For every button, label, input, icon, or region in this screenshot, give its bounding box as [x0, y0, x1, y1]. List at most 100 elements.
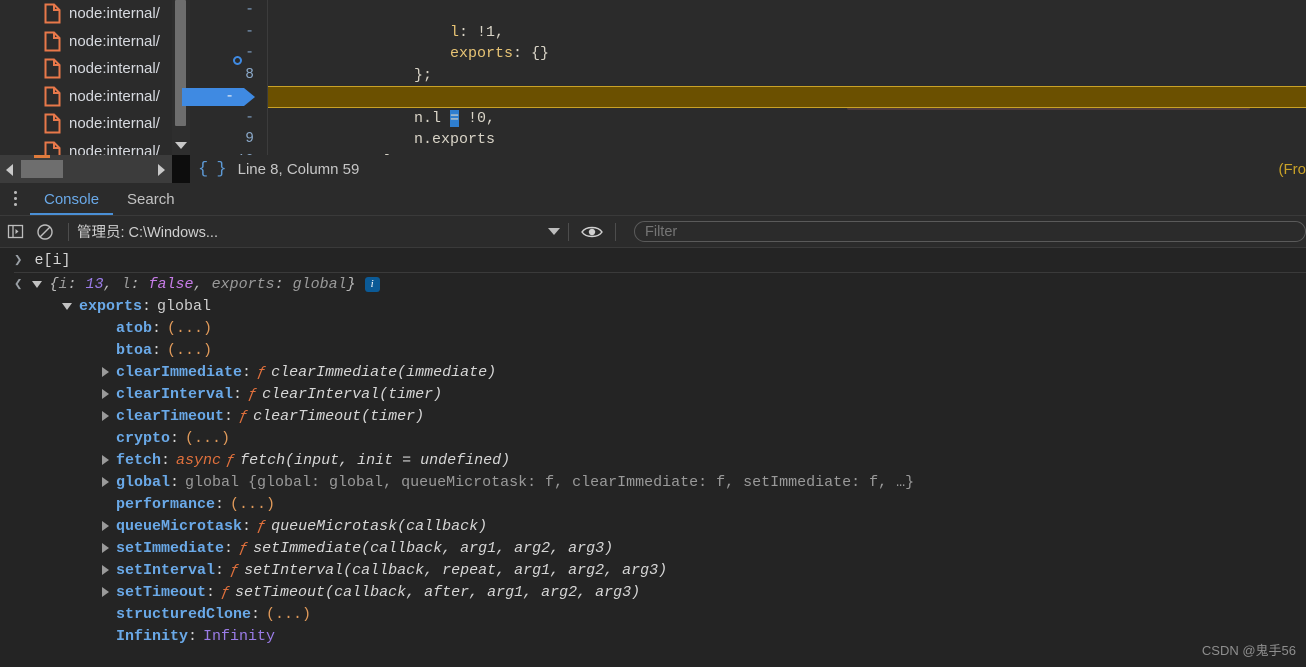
object-property-row[interactable]: crypto: (...) — [0, 427, 1306, 449]
gutter-line-number: - — [245, 23, 254, 40]
toolbar-divider — [615, 222, 616, 241]
object-property-row[interactable]: clearImmediate: ƒ clearImmediate(immediate… — [0, 361, 1306, 383]
property-separator: : — [215, 495, 225, 513]
return-chevron-icon: ❮ — [14, 276, 23, 293]
breakpoint-icon[interactable] — [233, 56, 242, 65]
file-list-item[interactable]: node:internal/ — [0, 138, 172, 155]
expand-toggle-icon[interactable] — [102, 477, 109, 487]
gutter-row[interactable]: - — [190, 43, 268, 65]
editor-region: node:internal/node:internal/node:interna… — [0, 0, 1306, 169]
chevron-down-icon[interactable] — [548, 228, 560, 235]
execution-context-label: 管理员: C:\Windows... — [77, 225, 218, 241]
expand-toggle-icon[interactable] — [102, 587, 109, 597]
object-property-row[interactable]: structuredClone: (...) — [0, 603, 1306, 625]
tab-console[interactable]: Console — [30, 184, 114, 215]
code-line[interactable]: }; — [268, 43, 1306, 84]
file-list-item[interactable]: node:internal/ — [0, 83, 172, 111]
object-property-row[interactable]: btoa: (...) — [0, 339, 1306, 361]
gutter-row[interactable]: - — [190, 22, 268, 44]
property-value: (...) — [167, 319, 213, 337]
object-property-row[interactable]: setImmediate: ƒ setImmediate(callback, arg… — [0, 537, 1306, 559]
property-separator: : — [233, 385, 243, 403]
console-toolbar: 管理员: C:\Windows... — [0, 216, 1306, 248]
devtools-window: node:internal/node:internal/node:interna… — [0, 0, 1306, 667]
property-separator: : — [142, 297, 152, 315]
expand-toggle-icon[interactable] — [102, 455, 109, 465]
execution-context-selector[interactable]: 管理员: C:\Windows... — [77, 221, 218, 242]
property-separator: : — [152, 319, 162, 337]
file-list-item[interactable]: node:internal/ — [0, 110, 172, 138]
object-property-row[interactable]: clearInterval: ƒ clearInterval(timer) — [0, 383, 1306, 405]
console-result-row[interactable]: ❮ {i: 13, l: false, exports: global} i — [0, 273, 1306, 295]
code-editor-area[interactable]: l: !1, exports: {} }; return t[i].call(n… — [268, 0, 1306, 155]
code-line[interactable]: return t[i].call(n.exports, n, n.exports… — [268, 65, 1306, 110]
expand-toggle-icon[interactable] — [102, 411, 109, 421]
expand-toggle-icon[interactable] — [102, 389, 109, 399]
property-separator: : — [170, 429, 180, 447]
watermark-label: CSDN @鬼手56 — [1201, 643, 1296, 658]
scrollbar-thumb[interactable] — [21, 160, 63, 178]
expand-toggle-icon[interactable] — [102, 367, 109, 377]
live-expression-eye-icon[interactable] — [577, 216, 607, 248]
object-property-row[interactable]: queueMicrotask: ƒ queueMicrotask(callback) — [0, 515, 1306, 537]
console-output[interactable]: ❯ e[i] ❮ {i: 13, l: false, exports: glob… — [0, 248, 1306, 667]
gutter-row[interactable]: - — [190, 0, 268, 22]
file-list-vertical-scrollbar[interactable] — [172, 0, 190, 155]
console-input-row[interactable]: ❯ e[i] — [0, 248, 1306, 272]
scrollbar-thumb[interactable] — [175, 0, 186, 126]
file-list-item-label: node:internal/ — [69, 32, 160, 50]
editor-gutter[interactable]: ---8--910 — [182, 0, 268, 169]
gutter-row-current[interactable]: - — [182, 86, 268, 108]
property-name: queueMicrotask — [116, 517, 243, 535]
object-property-list[interactable]: exports: global atob: (...) btoa: (...) clearI… — [0, 295, 1306, 647]
property-value: async ƒ fetch(input, init = undefined) — [176, 452, 510, 469]
property-separator: : — [224, 539, 234, 557]
object-property-row[interactable]: atob: (...) — [0, 317, 1306, 339]
function-signature: setInterval(callback, repeat, arg1, arg2… — [244, 561, 668, 579]
gutter-row[interactable]: - — [190, 108, 268, 130]
expand-toggle-icon[interactable] — [32, 280, 43, 288]
file-list-item[interactable]: node:internal/ — [0, 28, 172, 56]
gutter-line-number: - — [245, 2, 254, 18]
property-value: ƒ setImmediate(callback, arg1, arg2, arg3… — [239, 540, 613, 557]
function-glyph-icon: ƒ — [239, 407, 249, 425]
chevron-down-icon[interactable] — [175, 142, 187, 149]
object-property-row[interactable]: Infinity: Infinity — [0, 625, 1306, 647]
filter-input[interactable] — [634, 221, 1306, 242]
property-value: ƒ clearImmediate(immediate) — [257, 364, 496, 381]
info-badge-icon[interactable]: i — [364, 276, 380, 292]
show-console-sidebar-icon[interactable] — [0, 216, 30, 248]
file-list-panel[interactable]: node:internal/node:internal/node:interna… — [0, 0, 172, 155]
expand-toggle-icon[interactable] — [102, 565, 109, 575]
code-line-current[interactable]: n.l = !0, — [268, 86, 1306, 127]
gutter-row[interactable]: 9 — [190, 129, 268, 151]
expand-toggle-icon[interactable] — [102, 521, 109, 531]
code-line[interactable]: l: !1, — [268, 0, 1306, 41]
object-property-row[interactable]: fetch: async ƒ fetch(input, init = undefine… — [0, 449, 1306, 471]
object-property-row[interactable]: setTimeout: ƒ setTimeout(callback, after, … — [0, 581, 1306, 603]
object-preview: {i: 13, l: false, exports: global} — [49, 275, 356, 293]
object-property-row[interactable]: exports: global — [0, 295, 1306, 317]
object-property-row[interactable]: setInterval: ƒ setInterval(callback, repea… — [0, 559, 1306, 581]
arrow-right-icon[interactable] — [158, 164, 165, 176]
toolbar-divider — [68, 222, 69, 241]
collapse-toggle-icon[interactable] — [62, 302, 72, 310]
object-property-row[interactable]: global: global {global: global, queueMicr… — [0, 471, 1306, 493]
expand-toggle-icon[interactable] — [102, 543, 109, 553]
code-line[interactable]: } — [268, 129, 1306, 156]
code-line[interactable]: n.exports — [268, 108, 1306, 148]
function-glyph-icon: ƒ — [230, 561, 240, 579]
file-list-item-label: node:internal/ — [69, 5, 160, 23]
gutter-row[interactable]: 8 — [190, 65, 268, 87]
more-vertical-icon[interactable] — [0, 182, 30, 215]
file-list-item[interactable]: node:internal/ — [0, 55, 172, 83]
property-value: (...) — [167, 341, 213, 359]
arrow-left-icon[interactable] — [6, 164, 13, 176]
file-list-item[interactable]: node:internal/ — [0, 0, 172, 28]
tab-search[interactable]: Search — [113, 184, 189, 215]
clear-console-icon[interactable] — [30, 216, 60, 248]
object-property-row[interactable]: clearTimeout: ƒ clearTimeout(timer) — [0, 405, 1306, 427]
file-list-horizontal-scrollbar[interactable] — [0, 155, 190, 183]
code-line[interactable]: exports: {} — [268, 22, 1306, 62]
object-property-row[interactable]: performance: (...) — [0, 493, 1306, 515]
